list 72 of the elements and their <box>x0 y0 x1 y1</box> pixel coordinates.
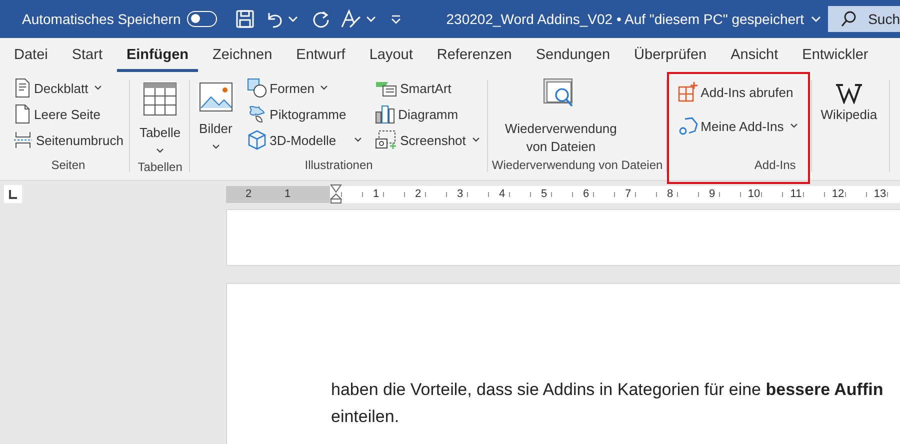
ribbon-tab[interactable]: Referenzen <box>428 47 521 72</box>
icons-icon[interactable] <box>246 104 267 124</box>
indent-marker-icon[interactable] <box>330 184 342 204</box>
ribbon-tab[interactable]: Sendungen <box>526 47 620 72</box>
text-style-icon[interactable] <box>340 9 362 29</box>
ruler[interactable]: 2 1 1 2 3 4 5 6 7 8 9 10 11 12 13 <box>226 186 900 202</box>
paragraph-text: haben die Vorteile, dass sie Addins in Kategorien für eine bessere Auffin <box>331 379 884 401</box>
group-label: Add-Ins <box>753 158 797 174</box>
redo-icon[interactable] <box>311 9 332 29</box>
ribbon-tab[interactable]: Datei <box>14 47 57 72</box>
ribbon-button[interactable]: Tabelle <box>134 76 186 160</box>
cube-icon[interactable] <box>246 130 267 150</box>
table-icon[interactable] <box>143 82 178 116</box>
group-label: Seiten <box>50 158 86 174</box>
ruler-number: 4 <box>498 186 506 202</box>
ruler-number: 10 <box>746 186 762 202</box>
ribbon-button[interactable]: Wiederverwendung von Dateien <box>492 76 630 156</box>
ribbon-button[interactable]: Leere Seite <box>10 102 126 126</box>
tab-stop-icon[interactable] <box>4 185 22 203</box>
ribbon-button[interactable]: Bilder <box>194 76 238 156</box>
search-icon[interactable] <box>840 10 858 28</box>
ribbon-button[interactable]: Meine Add-Ins <box>674 114 802 138</box>
ruler-number: 5 <box>540 186 548 202</box>
ruler-number: 6 <box>582 186 590 202</box>
page-icon[interactable] <box>13 104 31 124</box>
group-label: Illustrationen <box>304 158 374 174</box>
ribbon-tab[interactable]: Ansicht <box>722 47 788 72</box>
ribbon-button[interactable]: Screenshot <box>372 128 484 152</box>
ribbon-button[interactable]: SmartArt <box>372 76 484 100</box>
ribbon-button[interactable]: Formen <box>244 76 366 100</box>
paragraph-text: einteilen. <box>331 406 400 428</box>
ruler-number: 13 <box>872 186 888 202</box>
ribbon-tab[interactable]: Entwurf <box>287 47 354 72</box>
ruler-number: 2 <box>244 186 253 202</box>
page-icon[interactable] <box>13 78 31 98</box>
ruler-number: 7 <box>624 186 632 202</box>
ribbon-button[interactable]: Seitenumbruch <box>10 128 126 152</box>
ribbon-button[interactable]: Deckblatt <box>10 76 126 100</box>
autosave-toggle[interactable] <box>186 11 218 27</box>
save-icon[interactable] <box>235 9 256 29</box>
ruler-number: 2 <box>414 186 422 202</box>
ruler-number: 9 <box>708 186 716 202</box>
ribbon-tab[interactable]: Layout <box>360 47 422 72</box>
screenshot-icon[interactable] <box>375 130 398 150</box>
picture-icon[interactable] <box>198 82 233 112</box>
group-label: Tabellen <box>136 160 184 176</box>
ruler-number: 8 <box>666 186 674 202</box>
ruler-number: 12 <box>830 186 846 202</box>
shapes-icon[interactable] <box>246 78 267 98</box>
ruler-number: 1 <box>283 186 292 202</box>
group-label: Wiederverwendung von Dateien <box>492 158 663 174</box>
ribbon-button[interactable]: Add-Ins abrufen <box>674 80 802 104</box>
ribbon-tab[interactable]: Überprüfen <box>625 47 716 72</box>
ribbon-button[interactable]: Wikipedia <box>816 76 882 128</box>
bar-chart-icon[interactable] <box>375 104 396 124</box>
ribbon-button[interactable]: 3D-Modelle <box>244 128 366 152</box>
autosave-label: Automatisches Speichern <box>22 11 181 27</box>
search-field[interactable]: Such <box>828 6 900 32</box>
ribbon-tab[interactable]: Start <box>62 47 112 72</box>
ribbon-tab[interactable]: Entwickler <box>793 47 878 72</box>
add-grid-icon[interactable] <box>678 82 698 102</box>
smartart-icon[interactable] <box>375 79 398 97</box>
ruler-number: 3 <box>456 186 464 202</box>
ruler-number: 11 <box>789 186 803 202</box>
wikipedia-logo-icon[interactable] <box>834 82 863 104</box>
document-title[interactable]: 230202_Word Addins_V02 • Auf "diesem PC" gespeichert <box>446 11 804 27</box>
page-break-icon[interactable] <box>13 131 33 149</box>
ribbon-tab[interactable]: Zeichnen <box>204 47 282 72</box>
ruler-number: 1 <box>372 186 380 202</box>
hexagon-icon[interactable] <box>678 116 698 136</box>
ribbon-button[interactable]: Piktogramme <box>244 102 366 126</box>
ribbon-button[interactable]: Diagramm <box>372 102 484 126</box>
